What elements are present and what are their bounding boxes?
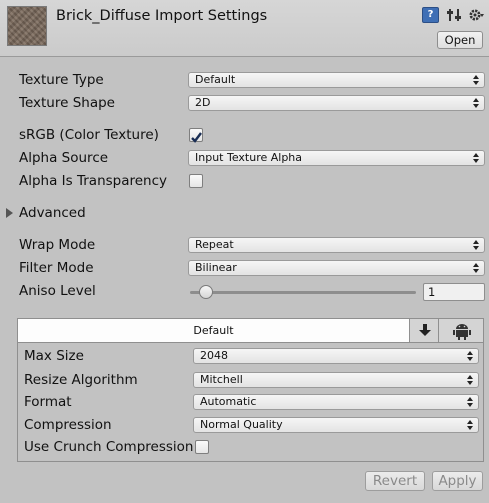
format-value: Automatic (200, 395, 257, 408)
max-size-label: Max Size (24, 348, 84, 364)
dropdown-arrows-icon (473, 240, 479, 250)
dropdown-arrows-icon (473, 153, 479, 163)
alpha-source-row: Alpha Source Input Texture Alpha (0, 148, 489, 168)
tab-default[interactable]: Default (18, 319, 410, 342)
texture-type-value: Default (195, 73, 236, 86)
help-icon[interactable]: ? (422, 7, 439, 23)
filter-mode-dropdown[interactable]: Bilinear (188, 260, 485, 276)
dropdown-arrows-icon (473, 75, 479, 85)
crunch-label: Use Crunch Compression (24, 439, 193, 455)
format-label: Format (24, 394, 72, 410)
compression-value: Normal Quality (200, 418, 283, 431)
crunch-checkbox[interactable] (195, 440, 209, 454)
checkmark-icon (191, 132, 202, 143)
apply-button[interactable]: Apply (432, 471, 483, 491)
resize-algorithm-dropdown[interactable]: Mitchell (193, 372, 479, 388)
dropdown-arrows-icon (473, 263, 479, 273)
aniso-level-label: Aniso Level (19, 283, 96, 299)
texture-type-row: Texture Type Default (0, 70, 489, 90)
page-title: Brick_Diffuse Import Settings (56, 8, 268, 24)
dropdown-arrows-icon (467, 420, 473, 430)
resize-algorithm-row: Resize Algorithm Mitchell (18, 370, 483, 390)
srgb-row: sRGB (Color Texture) (0, 125, 489, 145)
max-size-value: 2048 (200, 349, 228, 362)
filter-mode-label: Filter Mode (19, 260, 94, 276)
format-dropdown[interactable]: Automatic (193, 394, 479, 410)
aniso-slider-thumb[interactable] (199, 285, 213, 299)
compression-row: Compression Normal Quality (18, 415, 483, 435)
aniso-slider-track[interactable] (190, 291, 416, 294)
alpha-transparency-label: Alpha Is Transparency (19, 173, 168, 189)
max-size-dropdown[interactable]: 2048 (193, 348, 479, 364)
open-button[interactable]: Open (437, 31, 483, 49)
wrap-mode-label: Wrap Mode (19, 237, 96, 253)
filter-mode-value: Bilinear (195, 261, 237, 274)
advanced-label[interactable]: Advanced (19, 203, 86, 223)
alpha-transparency-checkbox[interactable] (189, 174, 203, 188)
texture-shape-label: Texture Shape (19, 95, 115, 111)
dropdown-arrows-icon (467, 397, 473, 407)
advanced-foldout[interactable]: Advanced (0, 203, 489, 223)
alpha-transparency-row: Alpha Is Transparency (0, 171, 489, 191)
texture-shape-row: Texture Shape 2D (0, 93, 489, 113)
download-icon[interactable] (411, 319, 439, 342)
android-icon[interactable] (440, 319, 483, 342)
revert-button[interactable]: Revert (365, 471, 425, 491)
wrap-mode-dropdown[interactable]: Repeat (188, 237, 485, 253)
srgb-checkbox[interactable] (189, 128, 203, 143)
texture-thumbnail (7, 6, 47, 46)
texture-shape-dropdown[interactable]: 2D (188, 95, 485, 111)
dropdown-arrows-icon (473, 98, 479, 108)
filter-mode-row: Filter Mode Bilinear (0, 258, 489, 278)
aniso-level-input[interactable]: 1 (423, 283, 485, 301)
texture-shape-value: 2D (195, 96, 211, 109)
compression-dropdown[interactable]: Normal Quality (193, 417, 479, 433)
compression-label: Compression (24, 417, 112, 433)
gear-icon[interactable] (468, 7, 485, 23)
wrap-mode-value: Repeat (195, 238, 234, 251)
foldout-arrow-icon[interactable] (6, 208, 13, 218)
alpha-source-value: Input Texture Alpha (195, 151, 303, 164)
texture-type-dropdown[interactable]: Default (188, 72, 485, 88)
aniso-level-row: Aniso Level 1 (0, 281, 489, 303)
format-row: Format Automatic (18, 392, 483, 412)
platform-tabbar: Default (18, 319, 483, 343)
alpha-source-dropdown[interactable]: Input Texture Alpha (188, 150, 485, 166)
inspector-header: Brick_Diffuse Import Settings ? Open (0, 0, 489, 57)
resize-algorithm-label: Resize Algorithm (24, 372, 138, 388)
resize-algorithm-value: Mitchell (200, 373, 243, 386)
max-size-row: Max Size 2048 (18, 346, 483, 366)
wrap-mode-row: Wrap Mode Repeat (0, 235, 489, 255)
srgb-label: sRGB (Color Texture) (19, 127, 159, 143)
crunch-row: Use Crunch Compression (18, 437, 483, 457)
preset-sliders-icon[interactable] (446, 7, 463, 23)
dropdown-arrows-icon (467, 351, 473, 361)
platform-settings-panel: Default Max Size 2048 Resize Algorithm M… (17, 318, 484, 462)
dropdown-arrows-icon (467, 375, 473, 385)
texture-type-label: Texture Type (19, 72, 104, 88)
alpha-source-label: Alpha Source (19, 150, 109, 166)
